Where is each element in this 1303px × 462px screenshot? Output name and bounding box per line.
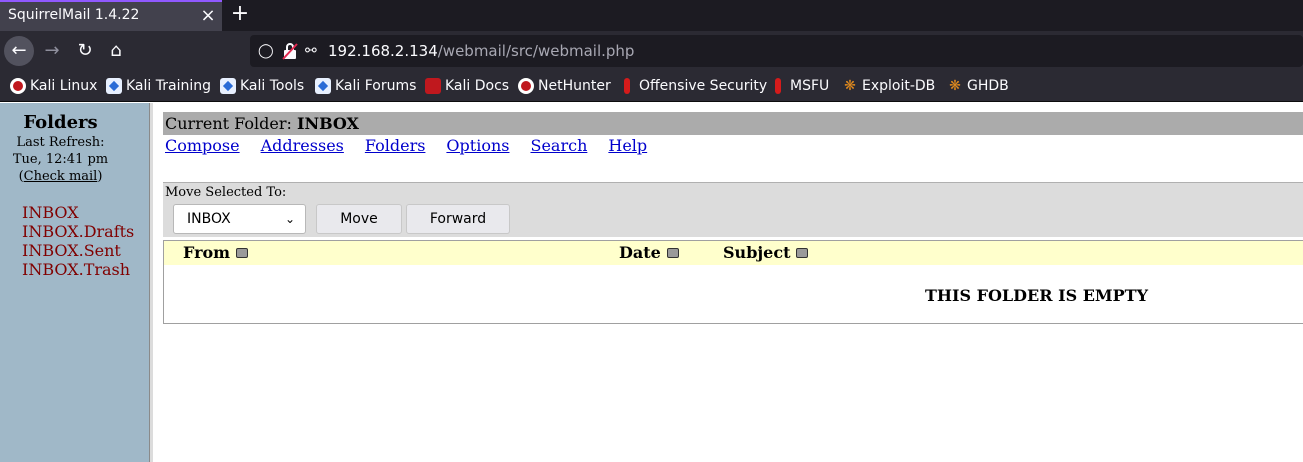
browser-tab[interactable]: SquirrelMail 1.4.22 × (0, 0, 222, 31)
menu-compose[interactable]: Compose (165, 136, 240, 155)
last-refresh-label: Last Refresh: (16, 135, 105, 150)
column-subject: Subject (723, 243, 809, 262)
check-mail-wrapper: (Check mail) (0, 168, 121, 185)
url-bar[interactable]: ◯ ⚯ 192.168.2.134/webmail/src/webmail.ph… (250, 35, 1303, 67)
bookmark-nethunter[interactable]: NetHunter (518, 77, 611, 95)
move-target-select[interactable]: INBOX ⌄ (173, 204, 306, 234)
forward-icon[interactable]: → (37, 36, 67, 66)
bookmark-label: Kali Tools (240, 78, 305, 94)
menu-folders[interactable]: Folders (365, 136, 426, 155)
bookmark-label: Kali Training (126, 78, 211, 94)
message-pane: Current Folder: INBOX Compose Addresses Fo… (154, 103, 1303, 462)
check-mail-close-paren: ) (97, 169, 103, 184)
kali-forums-icon (315, 78, 331, 94)
move-selected-label: Move Selected To: (165, 185, 287, 200)
bookmark-exploit-db[interactable]: ❋ Exploit-DB (842, 77, 935, 95)
reload-icon[interactable]: ↻ (70, 36, 100, 66)
folder-sent[interactable]: INBOX.Sent (22, 241, 134, 260)
kali-tools-icon (220, 78, 236, 94)
bookmark-ghdb[interactable]: ❋ GHDB (947, 77, 1009, 95)
kali-docs-icon (425, 78, 441, 94)
bookmark-label: MSFU (790, 78, 830, 94)
exploitdb-icon: ❋ (844, 78, 856, 94)
sort-icon[interactable] (666, 247, 679, 258)
tab-title: SquirrelMail 1.4.22 (8, 7, 140, 23)
bookmark-msfu[interactable]: MSFU (770, 77, 829, 95)
folder-pane: Folders Last Refresh: Tue, 12:41 pm (Che… (0, 103, 149, 462)
bookmark-kali-tools[interactable]: Kali Tools (220, 77, 304, 95)
folder-inbox[interactable]: INBOX (22, 203, 134, 222)
bookmark-label: Exploit-DB (862, 78, 936, 94)
tab-bar: SquirrelMail 1.4.22 × + (0, 0, 1303, 31)
last-refresh: Last Refresh: Tue, 12:41 pm (Check mail) (0, 134, 121, 185)
chevron-down-icon: ⌄ (284, 212, 295, 226)
column-from-label: From (183, 243, 231, 262)
kali-training-icon (106, 78, 122, 94)
url-path: /webmail/src/webmail.php (437, 42, 635, 60)
navigation-bar: ← → ↻ ⌂ ◯ ⚯ 192.168.2.134/webmail/src/we… (0, 31, 1303, 70)
bookmark-label: NetHunter (538, 78, 611, 94)
last-refresh-time: Tue, 12:41 pm (12, 152, 109, 167)
column-from: From (183, 243, 249, 262)
bookmark-label: Kali Docs (445, 78, 510, 94)
nethunter-icon (518, 78, 534, 94)
menu-options[interactable]: Options (446, 136, 509, 155)
column-date: Date (619, 243, 679, 262)
main-menu: Compose Addresses Folders Options Search Help (165, 136, 668, 155)
move-target-value: INBOX (187, 211, 231, 227)
menu-addresses[interactable]: Addresses (261, 136, 344, 155)
shield-icon[interactable]: ◯ (258, 41, 274, 61)
move-button[interactable]: Move (316, 204, 402, 234)
bookmarks-toolbar: Kali Linux Kali Training Kali Tools Kali… (0, 70, 1303, 102)
forward-button[interactable]: Forward (406, 204, 510, 234)
current-folder-bar: Current Folder: INBOX (163, 112, 1303, 135)
bookmark-label: Kali Linux (30, 78, 98, 94)
message-list: From Date Subject THIS FOLDER IS EMPTY (163, 240, 1303, 324)
empty-folder-message: THIS FOLDER IS EMPTY (925, 286, 1148, 305)
bookmark-label: Kali Forums (335, 78, 417, 94)
move-selected-box: Move Selected To: INBOX ⌄ Move Forward (163, 182, 1303, 237)
bookmark-kali-forums[interactable]: Kali Forums (315, 77, 416, 95)
bookmark-kali-linux[interactable]: Kali Linux (10, 77, 97, 95)
folder-drafts[interactable]: INBOX.Drafts (22, 222, 134, 241)
folder-list: INBOX INBOX.Drafts INBOX.Sent INBOX.Tras… (22, 203, 134, 279)
sort-icon[interactable] (236, 247, 249, 258)
folders-title: Folders (23, 112, 98, 133)
bookmark-kali-training[interactable]: Kali Training (106, 77, 211, 95)
bookmark-label: Offensive Security (639, 78, 768, 94)
menu-search[interactable]: Search (530, 136, 587, 155)
message-list-header: From Date Subject (164, 241, 1303, 265)
kali-icon (10, 78, 26, 94)
current-folder-name: INBOX (296, 114, 359, 133)
menu-help[interactable]: Help (608, 136, 647, 155)
insecure-lock-icon[interactable] (282, 42, 298, 60)
home-icon[interactable]: ⌂ (101, 36, 131, 66)
bookmark-offensive-security[interactable]: Offensive Security (619, 77, 767, 95)
bookmark-label: GHDB (967, 78, 1009, 94)
new-tab-icon[interactable]: + (229, 2, 251, 26)
folder-trash[interactable]: INBOX.Trash (22, 260, 134, 279)
column-date-label: Date (619, 243, 661, 262)
column-subject-label: Subject (723, 243, 791, 262)
offsec-icon (619, 78, 635, 94)
ghdb-icon: ❋ (949, 78, 961, 94)
url-host: 192.168.2.134 (328, 42, 438, 60)
key-icon[interactable]: ⚯ (305, 41, 317, 61)
back-icon[interactable]: ← (4, 36, 34, 66)
url-text[interactable]: 192.168.2.134/webmail/src/webmail.php (328, 42, 634, 60)
check-mail-link[interactable]: Check mail (24, 169, 98, 184)
msfu-icon (770, 78, 786, 94)
bookmark-kali-docs[interactable]: Kali Docs (425, 77, 509, 95)
sort-icon[interactable] (796, 247, 809, 258)
current-folder-label: Current Folder: (165, 114, 292, 133)
close-icon[interactable]: × (198, 5, 218, 27)
